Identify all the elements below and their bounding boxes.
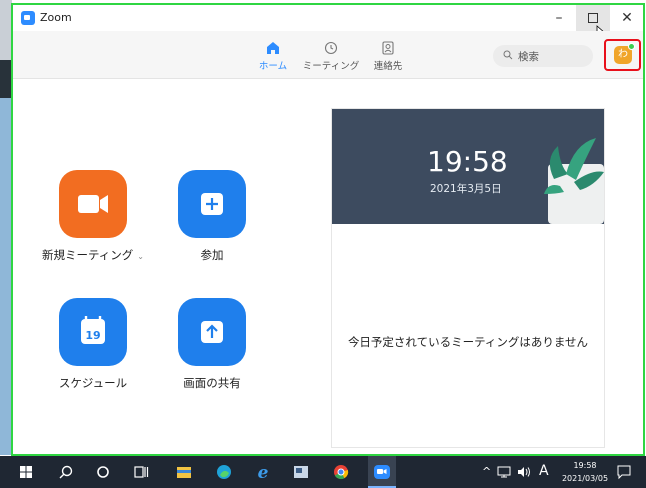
join-label: 参加 bbox=[200, 248, 224, 262]
file-explorer-icon[interactable] bbox=[174, 462, 194, 482]
contacts-icon bbox=[382, 41, 394, 55]
search-input[interactable]: 検索 bbox=[493, 45, 593, 67]
taskbar-date: 2021/03/05 bbox=[561, 474, 609, 483]
zoom-taskbar-button[interactable] bbox=[368, 456, 396, 488]
window-title: Zoom bbox=[40, 11, 72, 24]
no-meetings-message: 今日予定されているミーティングはありません bbox=[347, 335, 589, 349]
online-status-dot bbox=[628, 43, 635, 50]
zoom-app-icon bbox=[21, 11, 35, 25]
task-view-icon[interactable] bbox=[131, 462, 151, 482]
chrome-icon[interactable] bbox=[331, 462, 351, 482]
title-bar[interactable]: Zoom – ✕ bbox=[13, 5, 643, 39]
current-time: 19:58 bbox=[427, 145, 508, 178]
join-button[interactable]: 参加 bbox=[157, 170, 267, 263]
current-date: 2021年3月5日 bbox=[430, 183, 502, 195]
tab-contacts[interactable]: 連絡先 bbox=[358, 41, 418, 72]
network-icon[interactable] bbox=[496, 464, 512, 480]
volume-icon[interactable] bbox=[516, 464, 532, 480]
minimize-button[interactable]: – bbox=[542, 5, 576, 31]
edge-legacy-icon[interactable]: e bbox=[253, 462, 273, 482]
clock-icon bbox=[324, 41, 338, 55]
new-meeting-label: 新規ミーティング bbox=[41, 248, 134, 262]
tab-label: 連絡先 bbox=[373, 61, 403, 72]
top-navigation: ホーム ミーティング 連絡先 検索 わ bbox=[13, 31, 643, 79]
join-tile[interactable] bbox=[178, 170, 246, 238]
close-button[interactable]: ✕ bbox=[610, 5, 643, 31]
share-arrow-icon bbox=[201, 321, 223, 343]
schedule-tile[interactable]: 19 bbox=[59, 298, 127, 366]
edge-chromium-icon[interactable] bbox=[214, 462, 234, 482]
calendar-icon: 19 bbox=[81, 316, 105, 344]
windows-taskbar: e ^ A 19:58 2021/03/05 bbox=[0, 456, 646, 488]
plus-icon bbox=[201, 193, 223, 215]
notification-icon[interactable] bbox=[616, 464, 632, 480]
chevron-up-icon[interactable]: ^ bbox=[482, 465, 491, 478]
search-icon bbox=[503, 50, 513, 60]
cortana-icon[interactable] bbox=[93, 462, 113, 482]
zoom-window: Zoom – ✕ ホーム ミーティング 連絡先 検索 わ 新規ミーティング ⌄ … bbox=[11, 3, 645, 456]
share-screen-label: 画面の共有 bbox=[183, 376, 241, 390]
clock-banner: 19:58 2021年3月5日 bbox=[332, 109, 604, 224]
maximize-icon bbox=[588, 13, 598, 23]
upcoming-meetings-panel: 19:58 2021年3月5日 今日予定されているミーティングはありません bbox=[331, 108, 605, 448]
calendar-day: 19 bbox=[85, 329, 100, 342]
windows-start-icon[interactable] bbox=[16, 462, 36, 482]
schedule-button[interactable]: 19 スケジュール bbox=[38, 298, 148, 391]
taskbar-time: 19:58 bbox=[573, 461, 597, 470]
video-camera-icon bbox=[78, 195, 108, 213]
tab-label: ミーティング bbox=[302, 61, 360, 72]
new-meeting-button[interactable]: 新規ミーティング ⌄ bbox=[38, 170, 148, 263]
svg-text:e: e bbox=[258, 463, 269, 482]
profile-avatar-button[interactable]: わ bbox=[604, 39, 641, 71]
home-icon bbox=[267, 42, 279, 54]
new-meeting-tile[interactable] bbox=[59, 170, 127, 238]
media-app-icon[interactable] bbox=[291, 462, 311, 482]
zoom-taskbar-icon bbox=[374, 465, 390, 479]
tab-home[interactable]: ホーム bbox=[243, 41, 303, 72]
search-placeholder: 検索 bbox=[518, 51, 539, 63]
plant-illustration bbox=[544, 138, 604, 224]
ime-indicator[interactable]: A bbox=[539, 463, 549, 479]
home-content: 新規ミーティング ⌄ 参加 19 スケジュール 画面の共有 19:58 2021… bbox=[13, 80, 643, 454]
share-screen-button[interactable]: 画面の共有 bbox=[157, 298, 267, 391]
chevron-down-icon[interactable]: ⌄ bbox=[137, 252, 144, 261]
search-icon[interactable] bbox=[56, 462, 76, 482]
taskbar-clock[interactable]: 19:58 2021/03/05 bbox=[561, 459, 609, 485]
share-screen-tile[interactable] bbox=[178, 298, 246, 366]
schedule-label: スケジュール bbox=[58, 376, 128, 390]
tab-meetings[interactable]: ミーティング bbox=[301, 41, 361, 72]
tab-label: ホーム bbox=[258, 61, 288, 72]
